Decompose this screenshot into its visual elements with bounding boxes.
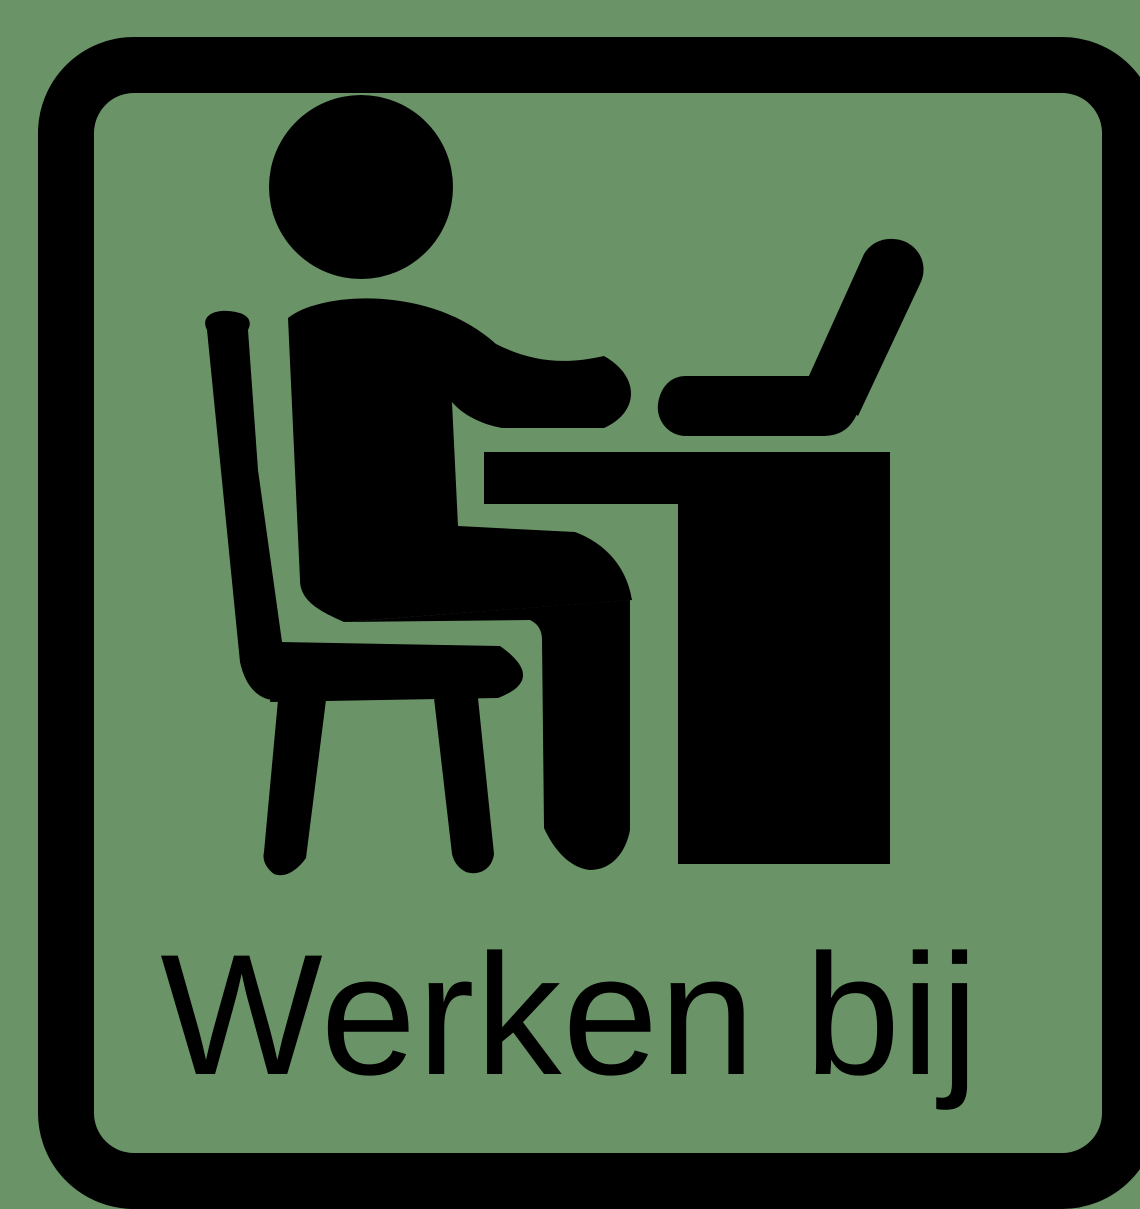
chair-seat: [270, 642, 524, 702]
sign-caption: Werken bij: [160, 919, 980, 1111]
chair-back: [205, 310, 282, 701]
chair-leg-front: [263, 700, 326, 876]
werken-bij-sign[interactable]: Werken bij: [0, 0, 1140, 1209]
laptop-screen: [808, 238, 924, 416]
head-shape: [269, 95, 453, 279]
desk-pedestal: [678, 452, 890, 864]
chair-leg-rear: [434, 698, 494, 874]
